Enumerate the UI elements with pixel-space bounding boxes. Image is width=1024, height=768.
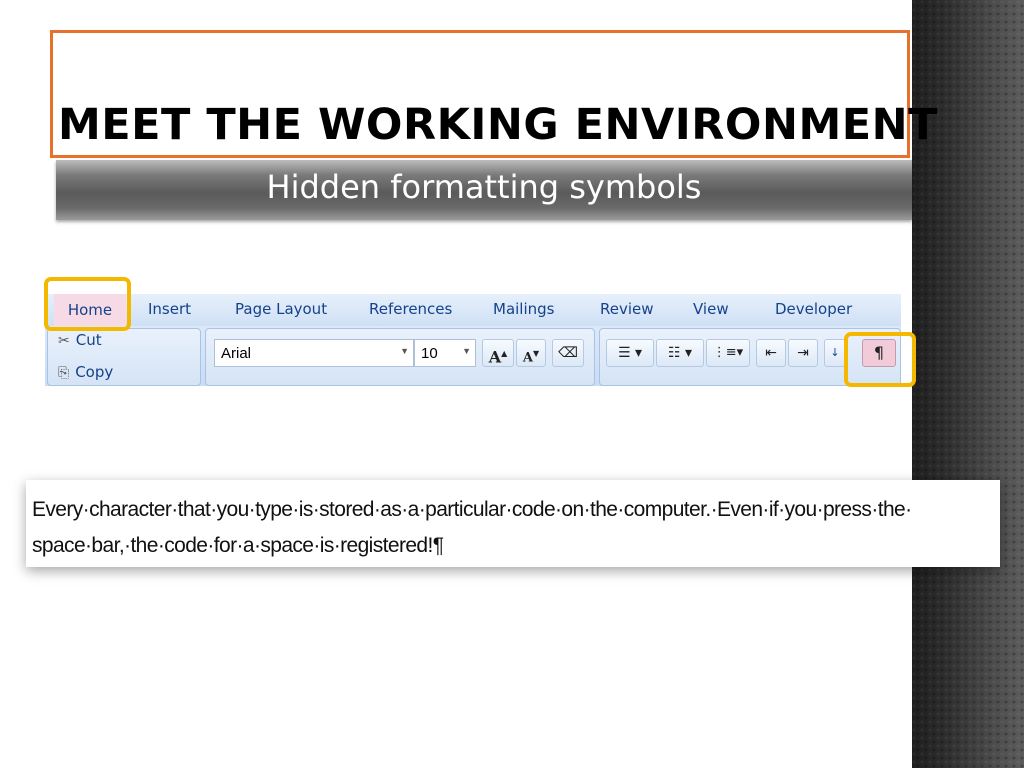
tab-view[interactable]: View bbox=[693, 300, 729, 318]
caret-down-icon: ▼ bbox=[532, 348, 540, 358]
shrink-font-label: A bbox=[522, 350, 533, 366]
multilevel-list-button[interactable]: ⋮≡▾ bbox=[706, 339, 750, 367]
copy-icon: ⎘ bbox=[58, 365, 70, 381]
increase-indent-button[interactable]: ⇥ bbox=[788, 339, 818, 367]
multilevel-list-icon: ⋮≡▾ bbox=[712, 345, 744, 360]
home-tab-highlight bbox=[44, 277, 131, 331]
tab-review[interactable]: Review bbox=[600, 300, 654, 318]
increase-indent-icon: ⇥ bbox=[797, 345, 809, 361]
font-size-select[interactable]: 10 ▼ bbox=[414, 339, 476, 367]
cut-button[interactable]: ✂ Cut bbox=[58, 331, 102, 349]
caret-up-icon: ▲ bbox=[501, 348, 508, 358]
example-line-2: space·bar,·the·code·for·a·space·is·regis… bbox=[32, 534, 444, 557]
numbering-button[interactable]: ☷ ▾ bbox=[656, 339, 704, 367]
chevron-down-icon: ▼ bbox=[462, 346, 471, 356]
font-group: Arial ▼ 10 ▼ A▲ A▼ ⌫ bbox=[205, 328, 595, 386]
tab-mailings[interactable]: Mailings bbox=[493, 300, 554, 318]
bullet-list-icon: ☰ ▾ bbox=[617, 345, 643, 361]
chevron-down-icon: ▼ bbox=[400, 346, 409, 356]
tab-page-layout[interactable]: Page Layout bbox=[235, 300, 327, 318]
shrink-font-button[interactable]: A▼ bbox=[516, 339, 546, 367]
sort-az-icon: ↓ bbox=[830, 346, 840, 359]
slide-title: MEET THE WORKING ENVIRONMENT bbox=[58, 100, 938, 150]
example-line-1: Every·character·that·you·type·is·stored·… bbox=[32, 498, 912, 521]
decrease-indent-button[interactable]: ⇤ bbox=[756, 339, 786, 367]
show-hide-highlight bbox=[844, 332, 916, 387]
tab-references[interactable]: References bbox=[369, 300, 452, 318]
sort-button[interactable]: ↓ bbox=[824, 339, 846, 367]
word-ribbon: Home Insert Page Layout References Maili… bbox=[45, 290, 901, 386]
scissors-icon: ✂ bbox=[58, 333, 70, 349]
tab-developer[interactable]: Developer bbox=[775, 300, 852, 318]
copy-button[interactable]: ⎘ Copy bbox=[58, 363, 113, 381]
example-paragraph: Every·character·that·you·type·is·stored·… bbox=[32, 492, 992, 564]
subtitle-bar: Hidden formatting symbols bbox=[56, 160, 912, 220]
copy-label: Copy bbox=[75, 363, 114, 381]
font-name-select[interactable]: Arial ▼ bbox=[214, 339, 414, 367]
example-text-box: Every·character·that·you·type·is·stored·… bbox=[26, 480, 1000, 567]
bullets-button[interactable]: ☰ ▾ bbox=[606, 339, 654, 367]
font-size-value: 10 bbox=[421, 345, 438, 362]
decrease-indent-icon: ⇤ bbox=[765, 345, 777, 361]
numbered-list-icon: ☷ ▾ bbox=[667, 345, 693, 361]
grow-font-button[interactable]: A▲ bbox=[482, 339, 514, 367]
ribbon-body: ✂ Cut ⎘ Copy Arial ▼ 10 ▼ A▲ A▼ ⌫ ☰ ▾ ☷ … bbox=[45, 326, 901, 386]
ribbon-tab-bar: Home Insert Page Layout References Maili… bbox=[45, 294, 901, 327]
tab-insert[interactable]: Insert bbox=[148, 300, 191, 318]
grow-font-label: A bbox=[488, 347, 502, 367]
clear-formatting-button[interactable]: ⌫ bbox=[552, 339, 584, 367]
eraser-icon: ⌫ bbox=[558, 345, 578, 361]
clipboard-group: ✂ Cut ⎘ Copy bbox=[47, 328, 201, 386]
cut-label: Cut bbox=[75, 331, 102, 349]
font-name-value: Arial bbox=[221, 345, 252, 362]
slide-subtitle: Hidden formatting symbols bbox=[266, 168, 702, 206]
